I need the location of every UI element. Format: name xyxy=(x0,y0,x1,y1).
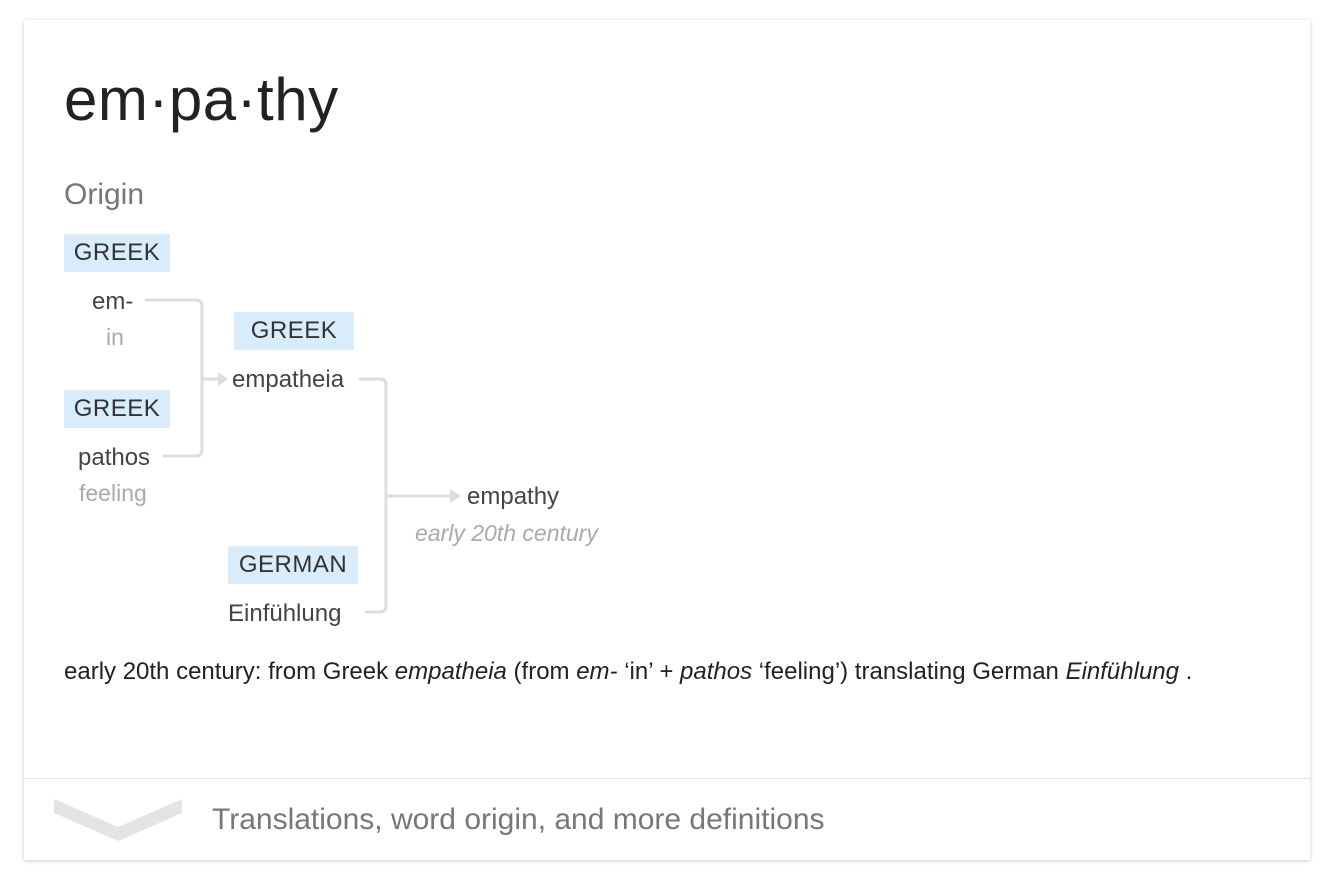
root-gloss-in: in xyxy=(106,324,124,350)
etymology-tree: GREEK em- in GREEK pathos feeling GREEK … xyxy=(24,20,1310,660)
more-definitions-bar[interactable]: Translations, word origin, and more defi… xyxy=(24,778,1310,860)
etym-word: empatheia xyxy=(394,658,507,685)
result-date: early 20th century xyxy=(415,520,598,546)
connector-empatheia xyxy=(358,377,388,614)
lang-chip-greek: GREEK xyxy=(234,312,354,350)
connector-em xyxy=(144,298,204,458)
lang-chip-german: GERMAN xyxy=(228,546,358,584)
etym-word: em- xyxy=(576,658,618,685)
chevron-down-icon[interactable] xyxy=(52,797,184,843)
etymology-text: early 20th century: from Greek empatheia… xyxy=(64,658,1193,685)
etym-word: Einfühlung xyxy=(1065,658,1180,685)
root-word-em: em- xyxy=(92,288,134,315)
root-gloss-feeling: feeling xyxy=(79,480,147,506)
arrowhead-empatheia xyxy=(218,372,228,386)
dictionary-card: em·pa·thy Origin GREEK em- in GREEK path… xyxy=(24,20,1310,860)
result-word: empathy xyxy=(467,483,560,510)
root-word-pathos: pathos xyxy=(78,444,151,471)
root-word-einfuhlung: Einfühlung xyxy=(228,600,342,627)
tree-connectors xyxy=(144,298,461,614)
lang-chip-greek: GREEK xyxy=(64,390,170,428)
lang-chip-greek: GREEK xyxy=(64,234,170,272)
etym-word: pathos xyxy=(680,658,753,685)
more-definitions-link[interactable]: Translations, word origin, and more defi… xyxy=(212,803,825,837)
arrowhead-empathy xyxy=(450,489,461,503)
root-word-empatheia: empatheia xyxy=(232,366,345,393)
